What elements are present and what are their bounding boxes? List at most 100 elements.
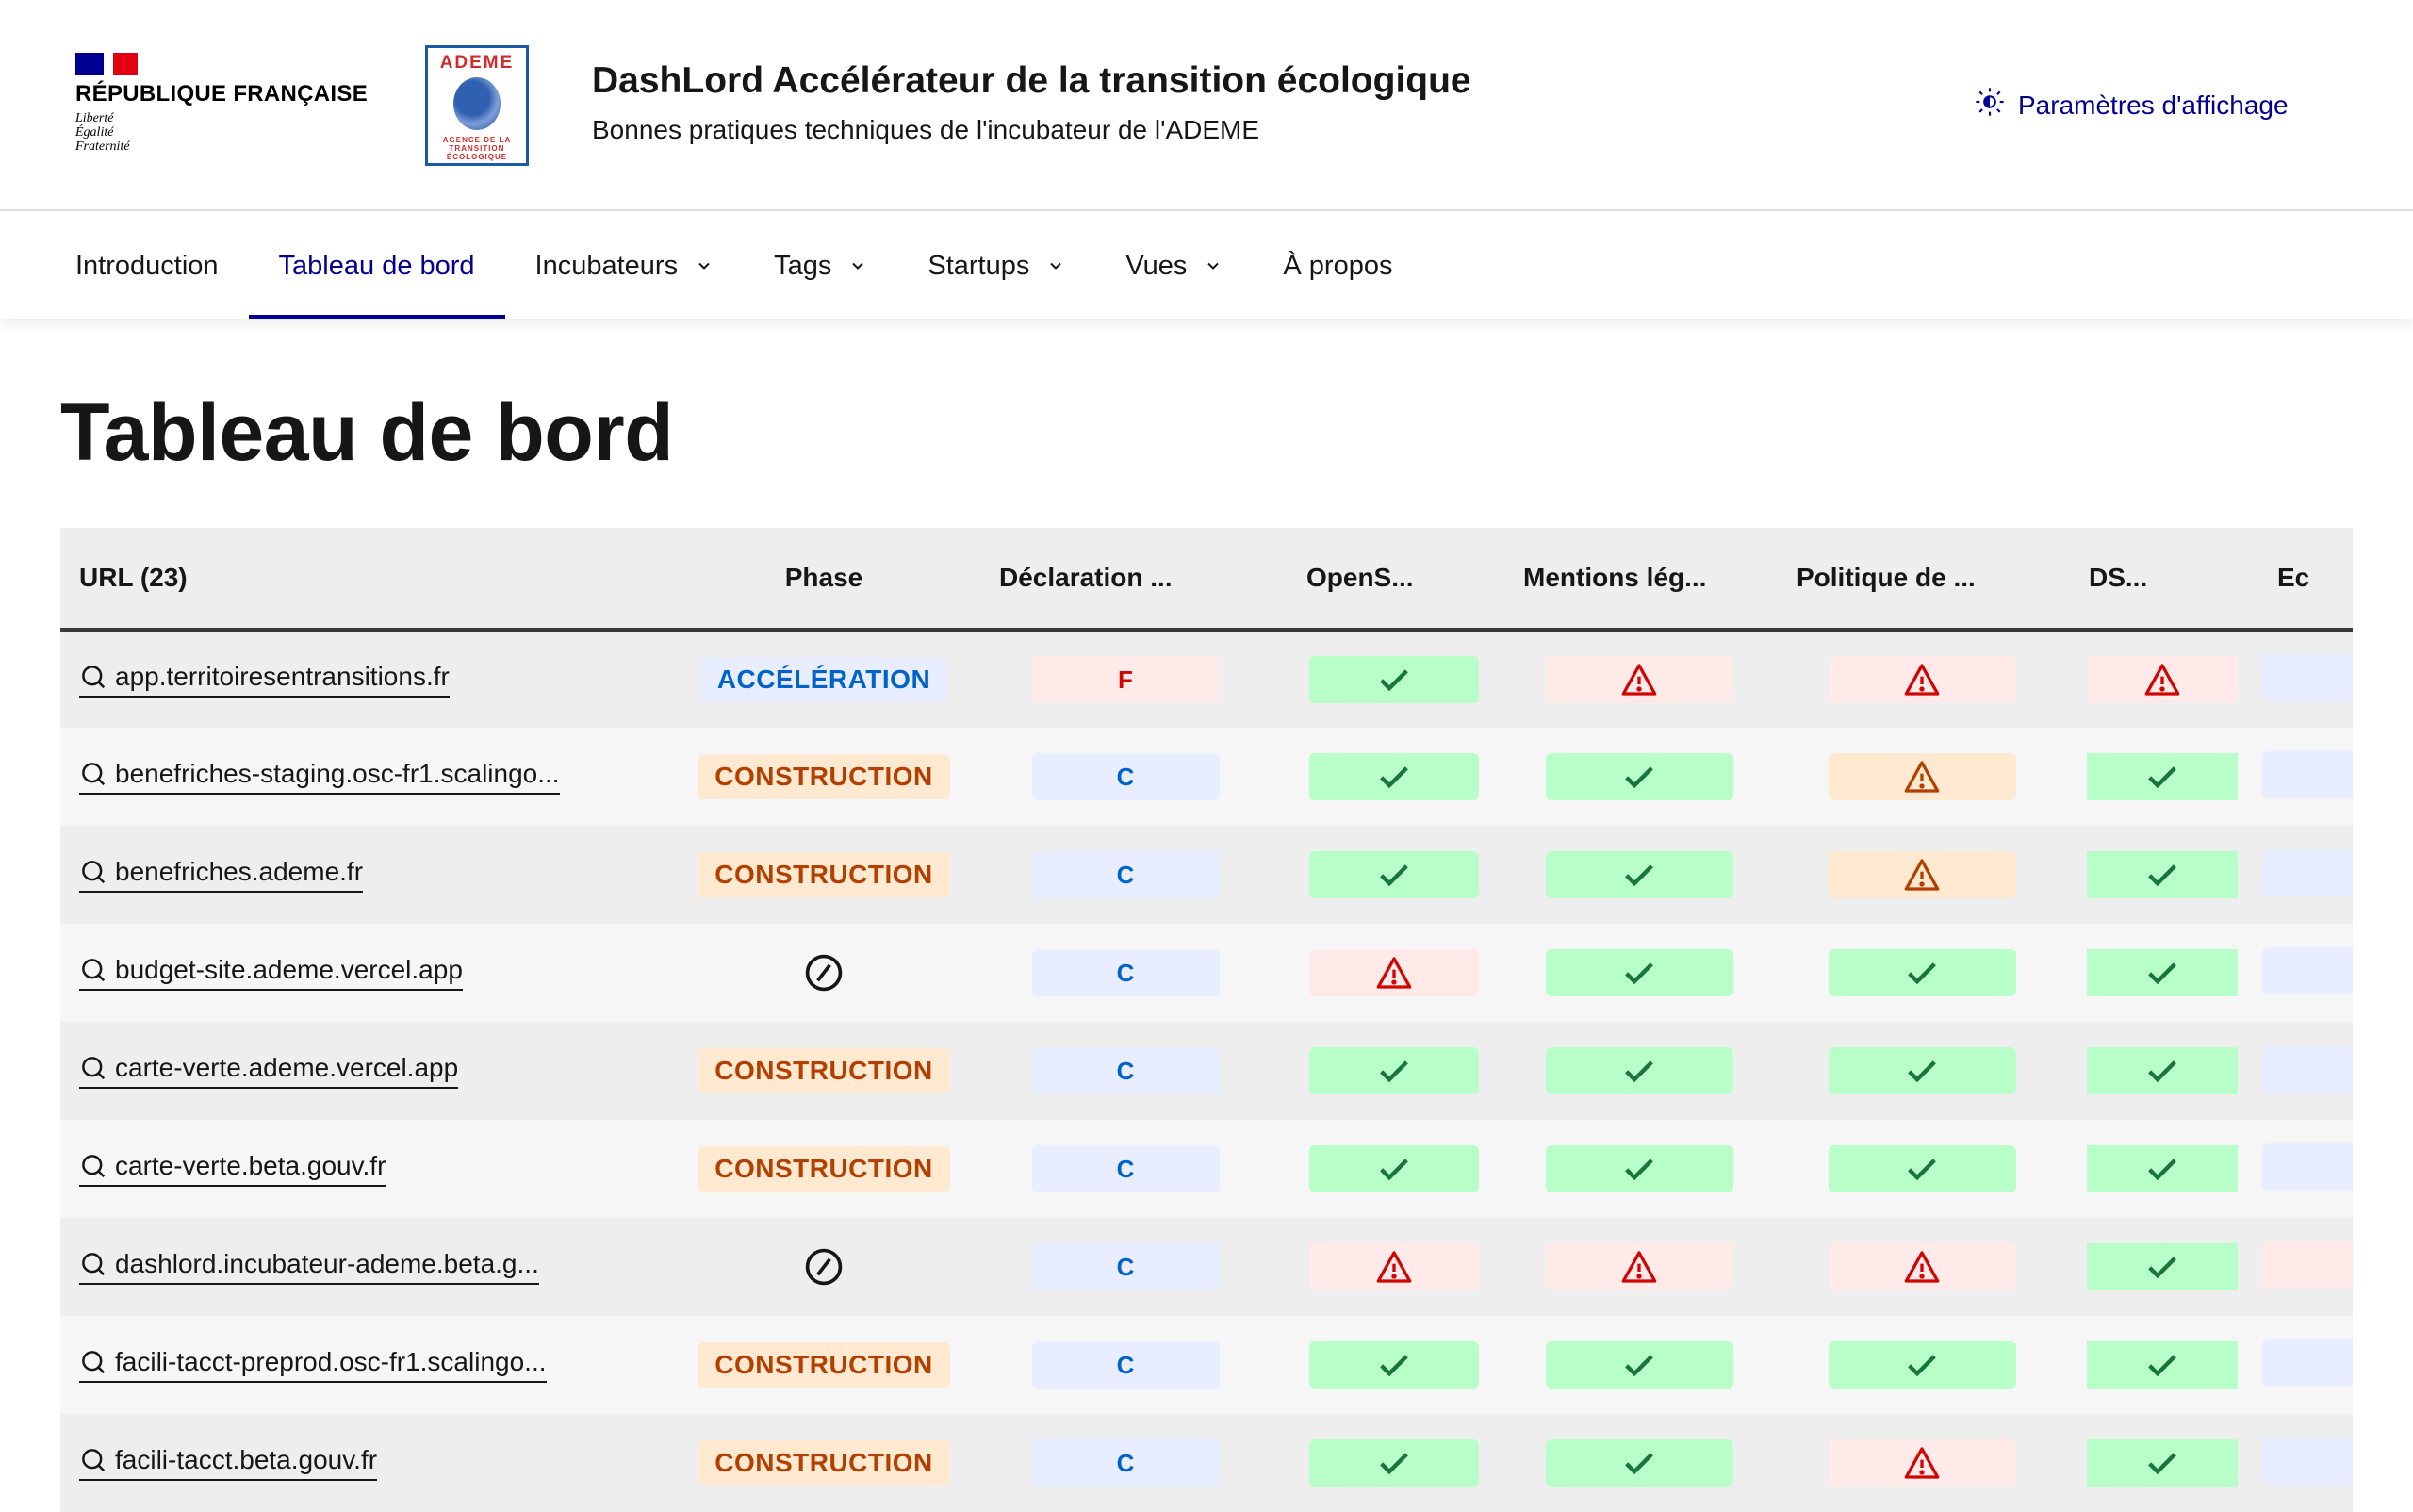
nav-item-startups[interactable]: Startups xyxy=(897,213,1095,319)
status-badge[interactable] xyxy=(2262,1437,2353,1485)
status-badge[interactable] xyxy=(2262,1142,2353,1191)
status-badge[interactable] xyxy=(1545,753,1733,800)
status-badge[interactable] xyxy=(1828,1341,2016,1389)
nav-item-introduction[interactable]: Introduction xyxy=(45,213,249,319)
column-header[interactable]: Phase xyxy=(682,528,965,632)
status-cell: C xyxy=(965,1218,1286,1316)
url-link[interactable]: benefriches-staging.osc-fr1.scalingo... xyxy=(79,759,560,795)
status-badge[interactable]: C xyxy=(1031,1047,1220,1094)
url-link[interactable]: facili-tacct-preprod.osc-fr1.scalingo... xyxy=(79,1347,547,1383)
status-badge[interactable] xyxy=(1545,1243,1733,1290)
status-cell: C xyxy=(965,1414,1286,1512)
column-header[interactable]: URL (23) xyxy=(60,528,682,632)
status-badge[interactable] xyxy=(1309,949,1479,996)
table-row: carte-verte.ademe.vercel.app CONSTRUCTION… xyxy=(60,1022,2353,1120)
status-badge[interactable] xyxy=(1309,1341,1479,1389)
status-badge[interactable] xyxy=(2262,1044,2353,1093)
nav-item-à-propos[interactable]: À propos xyxy=(1253,213,1422,319)
check-icon xyxy=(2143,856,2181,894)
status-badge[interactable] xyxy=(1545,1145,1733,1192)
status-badge[interactable] xyxy=(1309,1145,1479,1192)
column-header[interactable]: Ec xyxy=(2257,528,2353,632)
status-badge[interactable] xyxy=(1545,949,1733,996)
status-badge[interactable] xyxy=(2087,1243,2238,1290)
status-badge[interactable] xyxy=(2087,949,2238,996)
status-badge[interactable]: C xyxy=(1031,1243,1220,1290)
column-header[interactable]: Politique de ... xyxy=(1776,528,2068,632)
url-link[interactable]: facili-tacct.beta.gouv.fr xyxy=(79,1445,378,1481)
status-badge[interactable] xyxy=(1309,656,1479,703)
nav-item-tags[interactable]: Tags xyxy=(744,213,897,319)
status-badge[interactable] xyxy=(2262,946,2353,994)
status-cell xyxy=(1502,728,1776,826)
url-text: benefriches-staging.osc-fr1.scalingo... xyxy=(115,759,560,788)
status-badge[interactable]: C xyxy=(1031,1341,1220,1389)
status-badge[interactable] xyxy=(1309,1439,1479,1487)
status-badge[interactable] xyxy=(1828,753,2016,800)
status-badge[interactable] xyxy=(2262,750,2353,798)
display-settings-button[interactable]: Paramètres d'affichage xyxy=(1975,87,2289,123)
status-badge[interactable] xyxy=(1828,656,2016,703)
warning-icon xyxy=(2143,661,2181,698)
status-badge[interactable] xyxy=(2087,1439,2238,1487)
status-badge[interactable] xyxy=(1545,1439,1733,1487)
nav-item-tableau-de-bord[interactable]: Tableau de bord xyxy=(248,213,505,319)
url-link[interactable]: dashlord.incubateur-ademe.beta.g... xyxy=(79,1249,539,1285)
column-header[interactable]: Déclaration ... xyxy=(965,528,1286,632)
status-badge[interactable] xyxy=(2262,653,2353,701)
status-badge[interactable] xyxy=(2087,656,2238,703)
status-badge[interactable] xyxy=(1828,1243,2016,1290)
search-icon xyxy=(79,956,107,984)
status-badge[interactable]: C xyxy=(1031,753,1220,800)
status-badge[interactable] xyxy=(1828,1047,2016,1094)
status-badge[interactable] xyxy=(1309,753,1479,800)
url-link[interactable]: benefriches.ademe.fr xyxy=(79,857,364,893)
status-badge[interactable]: C xyxy=(1031,1145,1220,1192)
status-badge[interactable]: C xyxy=(1031,949,1220,996)
status-badge[interactable] xyxy=(2087,1145,2238,1192)
status-badge[interactable]: C xyxy=(1031,1439,1220,1487)
column-header[interactable]: Mentions lég... xyxy=(1502,528,1776,632)
status-badge[interactable] xyxy=(1309,851,1479,898)
status-badge[interactable] xyxy=(2087,851,2238,898)
check-icon xyxy=(1375,1444,1413,1482)
status-badge[interactable]: F xyxy=(1031,656,1220,703)
status-badge[interactable] xyxy=(2087,753,2238,800)
url-link[interactable]: app.territoiresentransitions.fr xyxy=(79,662,450,698)
column-header[interactable]: OpenS... xyxy=(1286,528,1502,632)
status-badge[interactable] xyxy=(2262,1339,2353,1387)
status-badge[interactable]: C xyxy=(1031,851,1220,898)
status-badge[interactable] xyxy=(1309,1047,1479,1094)
status-badge[interactable] xyxy=(2087,1341,2238,1389)
status-badge[interactable] xyxy=(1545,656,1733,703)
status-cell xyxy=(2068,1218,2257,1316)
dashboard-table[interactable]: URL (23) Phase Déclaration ... OpenS... Ment… xyxy=(60,528,2353,1512)
status-badge[interactable] xyxy=(1545,851,1733,898)
status-cell xyxy=(2068,826,2257,924)
status-badge[interactable] xyxy=(1828,1439,2016,1487)
url-cell: benefriches.ademe.fr xyxy=(60,826,682,924)
status-badge[interactable] xyxy=(2262,1241,2353,1289)
url-text: carte-verte.ademe.vercel.app xyxy=(115,1053,459,1082)
status-badge[interactable] xyxy=(2262,848,2353,896)
status-badge[interactable] xyxy=(1828,851,2016,898)
nav-item-incubateurs[interactable]: Incubateurs xyxy=(505,213,745,319)
status-cell xyxy=(1286,924,1502,1022)
site-title[interactable]: DashLord Accélérateur de la transition é… xyxy=(592,60,1471,102)
ademe-logo[interactable]: ADEME AGENCE DE LA TRANSITION ÉCOLOGIQUE xyxy=(425,45,529,166)
status-badge[interactable] xyxy=(2087,1047,2238,1094)
republique-francaise-logo[interactable]: RÉPUBLIQUE FRANÇAISE Liberté Égalité Fra… xyxy=(75,53,368,154)
column-header[interactable]: DS... xyxy=(2068,528,2257,632)
url-cell: carte-verte.ademe.vercel.app xyxy=(60,1022,682,1120)
status-badge[interactable] xyxy=(1828,1145,2016,1192)
status-badge[interactable] xyxy=(1828,949,2016,996)
status-badge[interactable] xyxy=(1545,1341,1733,1389)
url-link[interactable]: budget-site.ademe.vercel.app xyxy=(79,955,463,991)
url-link[interactable]: carte-verte.ademe.vercel.app xyxy=(79,1053,459,1089)
status-badge[interactable] xyxy=(1545,1047,1733,1094)
nav-item-vues[interactable]: Vues xyxy=(1095,213,1253,319)
status-cell xyxy=(1776,1316,2068,1414)
status-badge[interactable] xyxy=(1309,1243,1479,1290)
url-link[interactable]: carte-verte.beta.gouv.fr xyxy=(79,1151,386,1187)
url-text: budget-site.ademe.vercel.app xyxy=(115,955,463,984)
